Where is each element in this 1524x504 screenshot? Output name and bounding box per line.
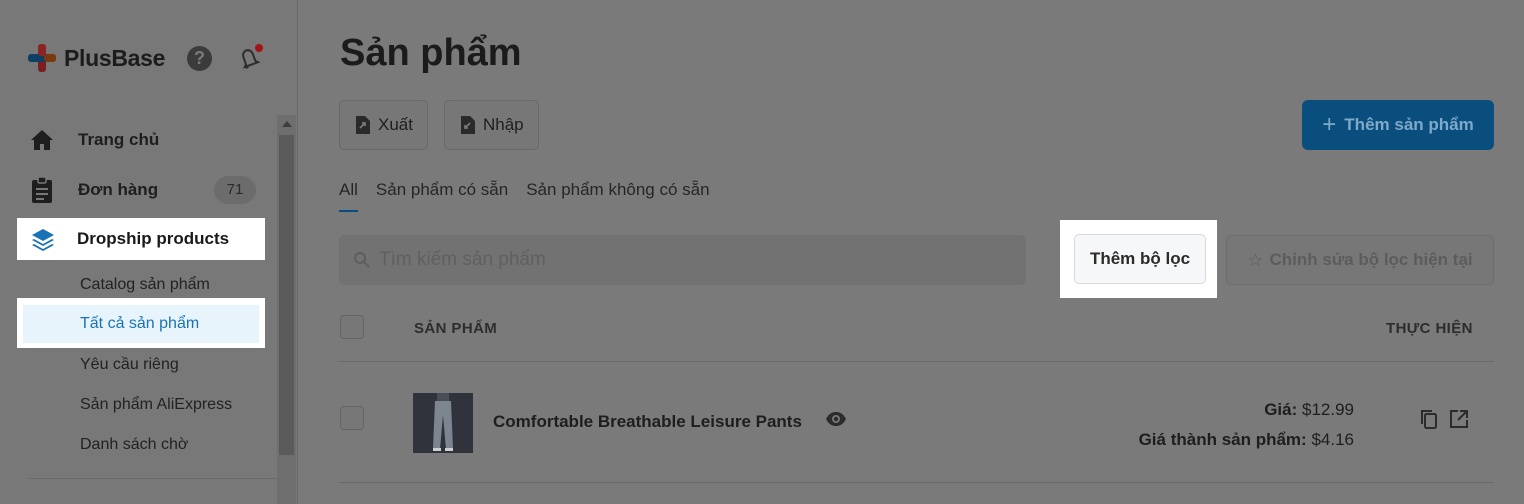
select-all-checkbox[interactable] (340, 315, 364, 339)
table-row-divider (339, 482, 1494, 483)
import-label: Nhập (483, 115, 524, 134)
tab-all[interactable]: All (339, 180, 358, 212)
sidebar-item-label: Đơn hàng (78, 180, 159, 199)
product-price: Giá: $12.99 (1264, 400, 1354, 420)
sidebar-item-home[interactable]: Trang chủ (28, 122, 159, 158)
sidebar-subitem-all-products[interactable]: Tất cả sản phẩm (23, 305, 259, 343)
help-icon[interactable]: ? (187, 46, 212, 71)
clipboard-icon (28, 176, 56, 204)
scrollbar-thumb[interactable] (279, 135, 294, 455)
add-filter-button[interactable]: Thêm bộ lọc (1074, 234, 1206, 284)
cost-label: Giá thành sản phẩm: (1138, 430, 1307, 449)
add-product-button[interactable]: + Thêm sản phẩm (1302, 100, 1494, 150)
price-value: $12.99 (1302, 400, 1354, 419)
search-icon (353, 251, 371, 269)
brand-name: PlusBase (64, 44, 166, 71)
scroll-up-arrow-icon[interactable] (282, 121, 292, 127)
layers-icon (29, 225, 57, 253)
sidebar-scrollbar[interactable] (277, 115, 296, 504)
add-filter-highlight: Thêm bộ lọc (1060, 220, 1217, 298)
search-placeholder: Tìm kiếm sản phẩm (379, 249, 546, 270)
sidebar-subitem-highlight: Tất cả sản phẩm (17, 298, 265, 348)
page-title: Sản phẩm (340, 32, 522, 74)
column-header-product: SẢN PHẨM (414, 320, 498, 337)
sidebar-item-label: Trang chủ (78, 130, 160, 149)
product-tabs: All Sản phẩm có sẵn Sản phẩm không có sẵ… (339, 180, 728, 212)
notification-dot (255, 44, 263, 52)
home-icon (28, 126, 56, 154)
add-product-label: Thêm sản phẩm (1344, 115, 1474, 134)
sidebar-subitem-custom-requests[interactable]: Yêu cầu riêng (80, 356, 179, 374)
duplicate-icon[interactable] (1418, 408, 1440, 430)
product-name[interactable]: Comfortable Breathable Leisure Pants (493, 412, 802, 432)
price-label: Giá: (1264, 400, 1298, 419)
cost-value: $4.16 (1311, 430, 1354, 449)
table-header-divider (339, 361, 1494, 362)
sidebar: PlusBase ? Trang chủ Đơn hàng 71 Dropshi… (0, 0, 298, 504)
product-thumbnail[interactable] (413, 393, 473, 453)
sidebar-item-dropship-products[interactable]: Dropship products (17, 218, 265, 260)
search-input[interactable]: Tìm kiếm sản phẩm (339, 235, 1026, 285)
row-checkbox[interactable] (340, 406, 364, 430)
star-icon: ☆ (1247, 249, 1264, 270)
import-button[interactable]: Nhập (444, 100, 539, 150)
sidebar-subitem-waitlist[interactable]: Danh sách chờ (80, 436, 188, 454)
plusbase-logo-icon (26, 42, 58, 74)
sidebar-group-label: Dropship products (77, 229, 230, 248)
product-cost: Giá thành sản phẩm: $4.16 (1139, 430, 1354, 450)
edit-filter-label: Chỉnh sửa bộ lọc hiện tại (1269, 250, 1473, 269)
brand[interactable]: PlusBase (26, 40, 165, 76)
export-file-icon (354, 115, 372, 135)
column-header-actions: THỰC HIỆN (1386, 320, 1473, 337)
tab-available[interactable]: Sản phẩm có sẵn (376, 180, 508, 208)
export-label: Xuất (378, 115, 413, 134)
tab-unavailable[interactable]: Sản phẩm không có sẵn (526, 180, 709, 208)
sidebar-subitem-aliexpress[interactable]: Sản phẩm AliExpress (80, 396, 232, 414)
plus-icon: + (1322, 111, 1337, 138)
open-external-icon[interactable] (1448, 408, 1470, 430)
bell-icon[interactable] (236, 44, 263, 71)
import-file-icon (459, 115, 477, 135)
edit-filter-button[interactable]: ☆ Chỉnh sửa bộ lọc hiện tại (1226, 235, 1494, 285)
sidebar-subitem-catalog[interactable]: Catalog sản phẩm (80, 276, 210, 294)
orders-count-badge: 71 (214, 176, 256, 204)
export-button[interactable]: Xuất (339, 100, 428, 150)
sidebar-item-orders[interactable]: Đơn hàng (28, 172, 158, 208)
sidebar-divider (28, 478, 278, 479)
eye-icon[interactable] (825, 410, 847, 428)
